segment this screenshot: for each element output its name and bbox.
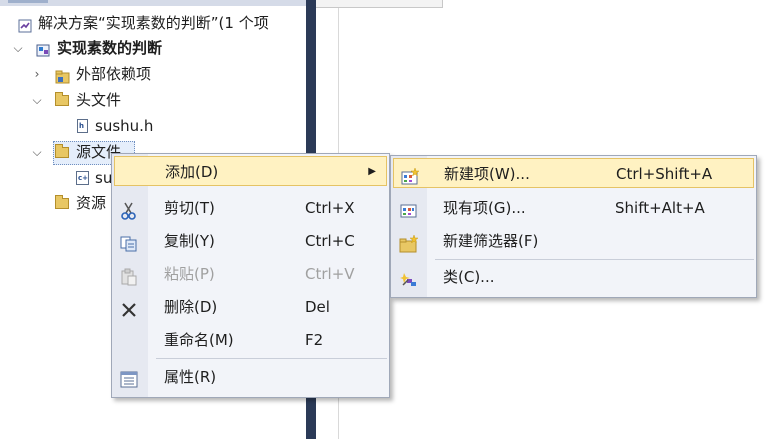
menu-item-rename[interactable]: 重命名(M) F2 <box>114 325 387 355</box>
folder-open-icon <box>55 144 69 159</box>
add-submenu: 新建项(W)... Ctrl+Shift+A 现有项(G)... Shift+A… <box>390 155 757 298</box>
existing-item-icon <box>399 200 417 218</box>
tree-item-label: sushu.h <box>95 117 154 135</box>
folder-icon <box>55 195 69 210</box>
tree-item-label: 外部依赖项 <box>76 65 152 83</box>
tree-row-sushu-h[interactable]: h sushu.h <box>0 114 306 138</box>
menu-item-label: 新建筛选器(F) <box>443 232 539 250</box>
new-filter-folder-icon <box>399 233 419 253</box>
menu-item-label: 重命名(M) <box>164 331 234 349</box>
context-menu: 添加(D) ▶ 剪切(T) Ctrl+X 复制(Y) Ctrl+C 粘贴(P) … <box>111 153 390 398</box>
menu-item-add[interactable]: 添加(D) ▶ <box>114 156 387 186</box>
scissors-icon <box>120 200 138 220</box>
menu-item-label: 新建项(W)... <box>444 165 530 183</box>
menu-item-label: 添加(D) <box>165 163 219 181</box>
menu-item-properties[interactable]: 属性(R) <box>114 362 387 392</box>
menu-item-label: 粘贴(P) <box>164 265 215 283</box>
menu-item-shortcut: Ctrl+C <box>305 232 355 250</box>
menu-separator <box>435 259 754 260</box>
editor-tab-edge <box>316 0 443 8</box>
menu-item-copy[interactable]: 复制(Y) Ctrl+C <box>114 226 387 256</box>
menu-item-shortcut: Ctrl+X <box>305 199 355 217</box>
menu-item-delete[interactable]: 删除(D) Del <box>114 292 387 322</box>
menu-item-shortcut: Ctrl+Shift+A <box>616 165 713 183</box>
tree-row-project[interactable]: ⌵ 实现素数的判断 <box>0 36 306 60</box>
menu-item-cut[interactable]: 剪切(T) Ctrl+X <box>114 193 387 223</box>
solution-label: 解决方案“实现素数的判断”(1 个项 <box>38 14 269 32</box>
menu-item-shortcut: Del <box>305 298 330 316</box>
explorer-toolbar-edge <box>0 0 306 6</box>
menu-item-label: 删除(D) <box>164 298 218 316</box>
tree-item-label: 资源 <box>76 194 107 212</box>
menu-item-label: 属性(R) <box>164 368 217 386</box>
cpp-project-icon <box>36 41 50 57</box>
menu-item-shortcut: Ctrl+V <box>305 265 355 283</box>
menu-item-label: 复制(Y) <box>164 232 215 250</box>
tree-item-label: su <box>95 169 113 187</box>
menu-item-label: 类(C)... <box>443 268 495 286</box>
tree-row-solution[interactable]: 解决方案“实现素数的判断”(1 个项 <box>0 11 306 35</box>
properties-icon <box>120 369 138 388</box>
new-item-icon <box>400 166 420 185</box>
folder-open-icon <box>55 92 69 107</box>
class-wizard-icon <box>399 269 417 286</box>
paste-icon <box>120 266 138 286</box>
cpp-file-icon: c+ <box>76 171 90 185</box>
menu-item-shortcut: F2 <box>305 331 324 349</box>
menu-separator <box>156 358 387 359</box>
menu-item-class[interactable]: 类(C)... <box>393 262 754 292</box>
delete-x-icon <box>120 299 138 317</box>
menu-item-new-item[interactable]: 新建项(W)... Ctrl+Shift+A <box>393 158 754 188</box>
header-file-icon: h <box>77 119 91 133</box>
submenu-arrow-icon: ▶ <box>368 166 376 177</box>
expanded-chevron-icon[interactable]: ⌵ <box>31 140 43 164</box>
expanded-chevron-icon[interactable]: ⌵ <box>12 36 24 60</box>
tree-item-label: 头文件 <box>76 91 122 109</box>
collapsed-chevron-icon[interactable]: › <box>31 62 43 86</box>
solution-icon <box>18 16 32 33</box>
menu-item-label: 现有项(G)... <box>443 199 526 217</box>
expanded-chevron-icon[interactable]: ⌵ <box>31 88 43 112</box>
project-label: 实现素数的判断 <box>57 39 163 57</box>
external-dependencies-icon <box>55 67 70 84</box>
tree-row-header-files[interactable]: ⌵ 头文件 <box>0 88 306 112</box>
menu-item-label: 剪切(T) <box>164 199 215 217</box>
menu-item-paste[interactable]: 粘贴(P) Ctrl+V <box>114 259 387 289</box>
menu-item-new-filter[interactable]: 新建筛选器(F) <box>393 226 754 256</box>
tree-row-external-deps[interactable]: › 外部依赖项 <box>0 62 306 86</box>
menu-item-shortcut: Shift+Alt+A <box>615 199 705 217</box>
menu-item-existing-item[interactable]: 现有项(G)... Shift+Alt+A <box>393 193 754 223</box>
copy-icon <box>120 233 138 252</box>
